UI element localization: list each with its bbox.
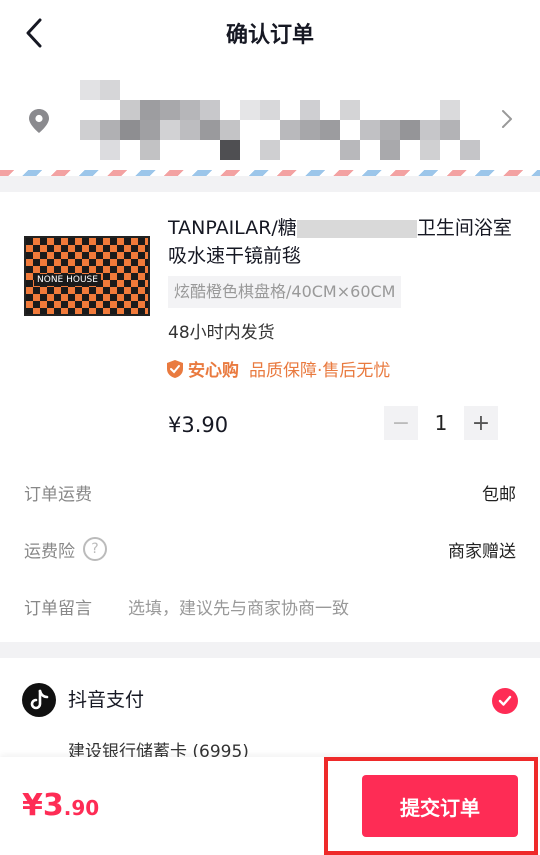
masked-text [296,219,417,238]
back-arrow-icon [26,18,42,48]
freight-value: 包邮 [482,484,516,505]
address-blurred [78,80,480,160]
back-button[interactable] [20,16,48,50]
shield-icon [167,359,183,378]
quantity-stepper: − 1 + [384,406,498,440]
insurance-label: 运费险 [24,541,75,562]
page-title: 确认订单 [225,23,314,48]
selected-check-icon[interactable] [492,688,518,714]
decrease-button[interactable]: − [384,406,418,440]
product-thumbnail[interactable]: NONE HOUSE [24,236,150,316]
douyin-pay-icon [22,683,56,717]
increase-button[interactable]: + [464,406,498,440]
badge-name: 安心购 [188,361,239,381]
freight-label: 订单运费 [24,484,92,505]
header-bar: 确认订单 [0,0,540,66]
freight-row: 订单运费 包邮 [24,477,516,507]
shipping-time: 48小时内发货 [168,323,275,343]
thumbnail-logo: NONE HOUSE [34,274,101,286]
insurance-row: 运费险 ? 商家赠送 [24,534,516,564]
help-icon[interactable]: ? [83,537,107,561]
location-pin-icon [29,109,49,133]
note-label: 订单留言 [24,598,92,619]
total-price: ¥3.90 [22,788,100,823]
product-sku[interactable]: 炫酷橙色棋盘格/40CM×60CM [168,276,402,308]
chevron-right-icon [502,110,512,128]
note-input[interactable]: 选填，建议先与商家协商一致 [128,594,349,619]
product-price: ¥3.90 [168,413,229,437]
insurance-value: 商家赠送 [448,541,516,562]
submit-order-button[interactable]: 提交订单 [362,775,518,837]
assurance-badge[interactable]: 安心购 品质保障·售后无忧 [166,356,390,381]
payment-method-label[interactable]: 抖音支付 [68,686,144,714]
product-title[interactable]: TANPAILAR/糖 卫生间浴室吸水速干镜前毯 [168,214,520,270]
address-stripe-divider [0,170,540,176]
quantity-value[interactable]: 1 [418,411,464,435]
note-row[interactable]: 订单留言 选填，建议先与商家协商一致 [24,591,516,621]
badge-text: 品质保障·售后无忧 [249,361,391,381]
